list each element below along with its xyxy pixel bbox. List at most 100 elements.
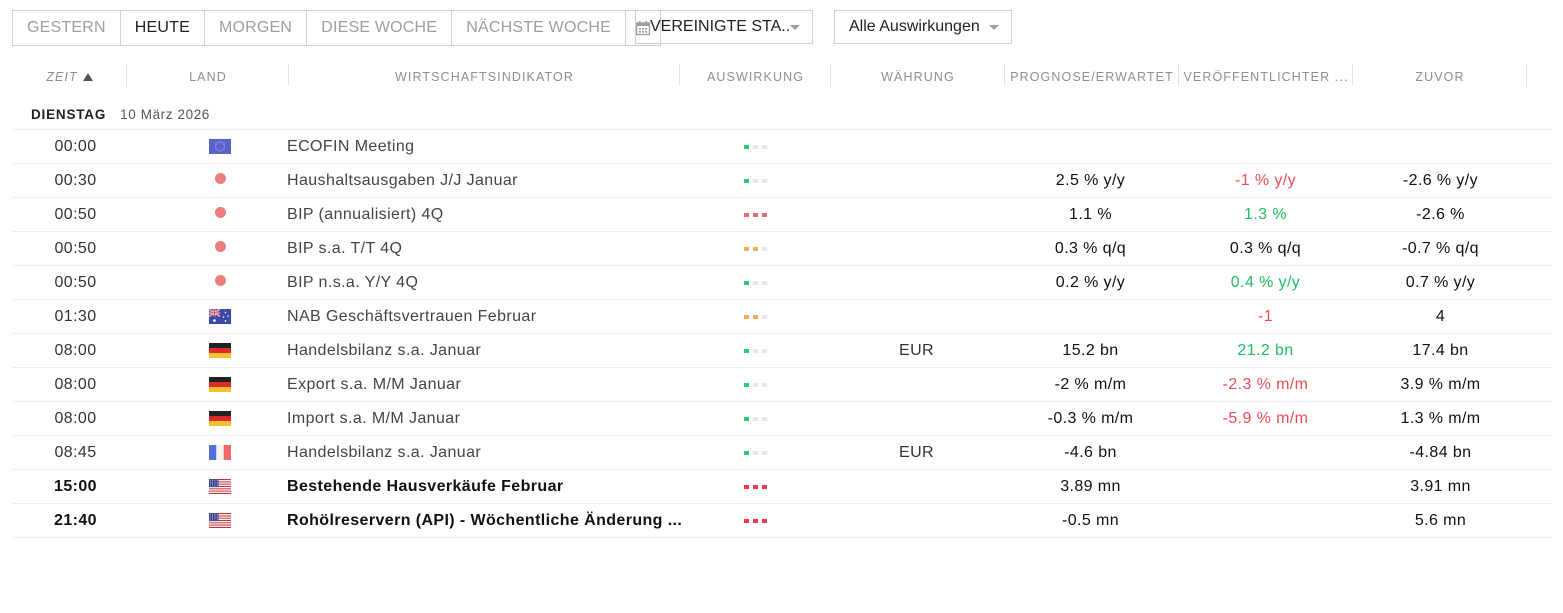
col-header-indicator[interactable]: WIRTSCHAFTSINDIKATOR — [289, 62, 680, 92]
impact-bars-icon — [743, 314, 767, 319]
red-dot-icon — [139, 266, 301, 299]
event-forecast: 3.89 mn — [1060, 477, 1121, 495]
event-time: 08:00 — [54, 341, 97, 359]
table-row[interactable]: 08:00 Export s.a. M/M Januar -2 % m/m -2.3 … — [12, 368, 1552, 402]
col-header-actual[interactable]: VERÖFFENTLICHTER ... — [1179, 62, 1353, 92]
table-row[interactable]: 00:50 BIP s.a. T/T 4Q 0.3 % q/q 0.3 % q/q -0… — [12, 232, 1552, 266]
btn-heute[interactable]: HEUTE — [121, 11, 205, 45]
col-header-currency-label: WÄHRUNG — [881, 70, 955, 84]
table-row[interactable]: 15:00 Bestehende Hausverkäufe Februar 3.89… — [12, 470, 1552, 504]
event-forecast: -0.3 % m/m — [1047, 409, 1134, 427]
event-actual: -1 — [1257, 307, 1274, 325]
impact-indicator — [680, 368, 830, 401]
event-name[interactable]: Export s.a. M/M Januar — [287, 368, 682, 401]
impact-indicator — [680, 198, 830, 231]
event-forecast — [1003, 130, 1178, 163]
col-header-time-label: ZEIT — [46, 70, 78, 84]
impact-filter-dropdown[interactable]: Alle Auswirkungen — [834, 10, 1012, 44]
col-header-forecast[interactable]: PROGNOSE/ERWARTET — [1005, 62, 1179, 92]
event-currency: EUR — [899, 443, 934, 461]
table-row[interactable]: 00:00 ECOFIN Meeting — [12, 130, 1552, 164]
event-time: 00:50 — [54, 273, 97, 291]
country-filter-dropdown[interactable]: VEREINIGTE STA... — [635, 10, 813, 44]
btn-naechste-woche[interactable]: NÄCHSTE WOCHE — [452, 11, 627, 45]
impact-bars-icon — [743, 348, 767, 353]
impact-indicator — [680, 232, 830, 265]
btn-morgen[interactable]: MORGEN — [205, 11, 308, 45]
col-header-previous[interactable]: ZUVOR — [1353, 62, 1527, 92]
event-name[interactable]: Handelsbilanz s.a. Januar — [287, 334, 682, 367]
event-actual: 21.2 bn — [1237, 341, 1294, 359]
event-actual: -5.9 % m/m — [1222, 409, 1309, 427]
impact-indicator — [680, 470, 830, 503]
btn-gestern[interactable]: GESTERN — [13, 11, 121, 45]
event-name[interactable]: Bestehende Hausverkäufe Februar — [287, 470, 682, 503]
table-row[interactable]: 21:40 Rohölreservern (API) - Wöchentliche… — [12, 504, 1552, 538]
event-time: 21:40 — [54, 511, 97, 529]
event-name[interactable]: Import s.a. M/M Januar — [287, 402, 682, 435]
table-row[interactable]: 08:00 Handelsbilanz s.a. Januar EUR 15.2 bn… — [12, 334, 1552, 368]
event-name[interactable]: BIP s.a. T/T 4Q — [287, 232, 682, 265]
event-name[interactable]: BIP (annualisiert) 4Q — [287, 198, 682, 231]
events-table-body: 00:00 ECOFIN Meeting 00:30 Haushaltsausgabe… — [12, 130, 1552, 538]
impact-indicator — [680, 436, 830, 469]
us-flag-icon — [139, 504, 301, 537]
impact-bars-icon — [743, 178, 767, 183]
event-time: 00:30 — [54, 171, 97, 189]
table-row[interactable]: 01:30 NAB Geschäftsvertrauen Februar -1 4 — [12, 300, 1552, 334]
event-forecast: 0.3 % q/q — [1054, 239, 1127, 257]
impact-filter-value: Alle Auswirkungen — [849, 18, 980, 35]
event-actual: 1.3 % — [1244, 205, 1287, 223]
event-currency — [830, 198, 1003, 231]
red-dot-icon — [139, 198, 301, 231]
col-header-indicator-label: WIRTSCHAFTSINDIKATOR — [395, 70, 574, 84]
col-header-actual-label: VERÖFFENTLICHTER ... — [1183, 70, 1349, 84]
date-range-segment: GESTERN HEUTE MORGEN DIESE WOCHE NÄCHSTE… — [12, 10, 662, 46]
event-forecast: 0.2 % y/y — [1055, 273, 1126, 291]
day-group-header: DIENSTAG 10 März 2026 — [12, 100, 1552, 130]
event-name[interactable]: ECOFIN Meeting — [287, 130, 682, 163]
event-previous: 0.7 % y/y — [1405, 273, 1476, 291]
event-actual: -1 % y/y — [1235, 171, 1296, 189]
event-currency — [830, 402, 1003, 435]
event-previous: 5.6 mn — [1414, 511, 1467, 529]
red-dot-icon — [139, 232, 301, 265]
event-name[interactable]: BIP n.s.a. Y/Y 4Q — [287, 266, 682, 299]
impact-bars-icon — [743, 212, 767, 217]
col-header-country-label: LAND — [189, 70, 227, 84]
col-header-country[interactable]: LAND — [127, 62, 289, 92]
day-date: 10 März 2026 — [120, 107, 210, 122]
event-previous: 1.3 % m/m — [1400, 409, 1481, 427]
event-name[interactable]: Rohölreservern (API) - Wöchentliche Ände… — [287, 504, 682, 537]
table-row[interactable]: 00:50 BIP (annualisiert) 4Q 1.1 % 1.3 % -2.6… — [12, 198, 1552, 232]
event-previous: -4.84 bn — [1409, 443, 1472, 461]
impact-bars-icon — [743, 382, 767, 387]
table-row[interactable]: 00:30 Haushaltsausgaben J/J Januar 2.5 % y… — [12, 164, 1552, 198]
event-previous: 3.9 % m/m — [1400, 375, 1481, 393]
event-name[interactable]: Handelsbilanz s.a. Januar — [287, 436, 682, 469]
event-forecast: -4.6 bn — [1064, 443, 1117, 461]
col-header-previous-label: ZUVOR — [1415, 70, 1465, 84]
event-name[interactable]: NAB Geschäftsvertrauen Februar — [287, 300, 682, 333]
event-time: 08:00 — [54, 375, 97, 393]
event-previous: -0.7 % q/q — [1402, 239, 1479, 257]
event-time: 01:30 — [54, 307, 97, 325]
table-row[interactable]: 08:45 Handelsbilanz s.a. Januar EUR -4.6 bn… — [12, 436, 1552, 470]
event-forecast: 1.1 % — [1069, 205, 1112, 223]
impact-indicator — [680, 504, 830, 537]
col-header-impact[interactable]: AUSWIRKUNG — [680, 62, 831, 92]
event-forecast: -2 % m/m — [1054, 375, 1127, 393]
impact-bars-icon — [743, 280, 767, 285]
event-name[interactable]: Haushaltsausgaben J/J Januar — [287, 164, 682, 197]
event-time: 15:00 — [54, 477, 97, 495]
col-header-currency[interactable]: WÄHRUNG — [831, 62, 1005, 92]
btn-diese-woche[interactable]: DIESE WOCHE — [307, 11, 453, 45]
table-row[interactable]: 00:50 BIP n.s.a. Y/Y 4Q 0.2 % y/y 0.4 % y/y… — [12, 266, 1552, 300]
impact-bars-icon — [743, 416, 767, 421]
table-row[interactable]: 08:00 Import s.a. M/M Januar -0.3 % m/m -5.… — [12, 402, 1552, 436]
impact-indicator — [680, 300, 830, 333]
event-previous: 4 — [1435, 307, 1446, 325]
chevron-down-icon — [790, 24, 800, 30]
col-header-time[interactable]: ZEIT — [12, 62, 127, 92]
event-previous — [1353, 130, 1528, 163]
